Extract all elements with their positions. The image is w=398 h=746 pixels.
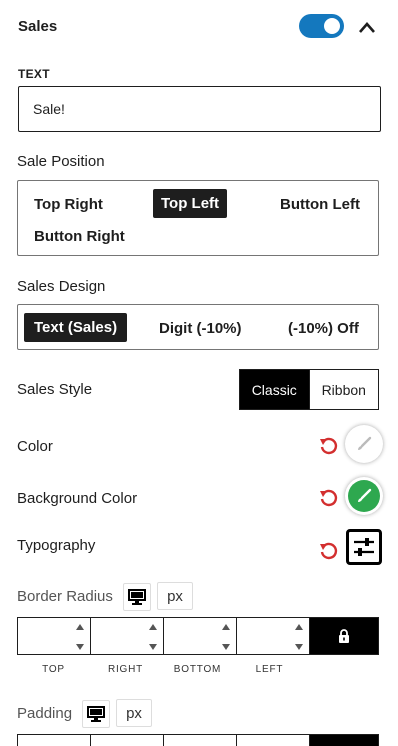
radius-bottom-input[interactable] (164, 618, 216, 654)
border-radius-inputs (17, 617, 379, 655)
side-label-left: LEFT (255, 664, 284, 675)
padding-link-button[interactable] (310, 735, 378, 746)
radius-right-spinner[interactable] (149, 624, 157, 650)
border-radius-device-button[interactable] (123, 583, 151, 611)
option-top-left[interactable]: Top Left (153, 189, 228, 218)
border-radius-label: Border Radius (17, 588, 113, 605)
background-color-label: Background Color (17, 490, 138, 507)
sliders-icon (354, 538, 374, 556)
side-label-right: RIGHT (107, 664, 144, 675)
chevron-up-icon[interactable] (357, 19, 377, 35)
style-ribbon-button[interactable]: Ribbon (308, 370, 379, 409)
brush-icon (358, 488, 372, 502)
padding-bottom-cell[interactable] (164, 735, 237, 746)
padding-left-cell[interactable] (237, 735, 310, 746)
padding-unit-button[interactable]: px (116, 699, 152, 727)
radius-left-cell (237, 618, 310, 654)
padding-device-button[interactable] (82, 700, 110, 728)
radius-top-input[interactable] (18, 618, 70, 654)
sales-design-group: Text (Sales) Digit (-10%) (-10%) Off (17, 304, 379, 350)
sales-style-segmented: Classic Ribbon (239, 369, 379, 410)
option-text-sales[interactable]: Text (Sales) (24, 313, 128, 342)
desktop-icon (87, 706, 105, 722)
background-color-swatch-button[interactable] (345, 477, 383, 515)
color-swatch-button[interactable] (345, 425, 383, 463)
option-percent-off[interactable]: (-10%) Off (280, 316, 367, 341)
lock-icon (339, 629, 349, 643)
option-button-right[interactable]: Button Right (26, 224, 133, 249)
color-label: Color (17, 438, 53, 455)
padding-inputs (17, 734, 379, 746)
sale-position-label: Sale Position (17, 153, 105, 170)
desktop-icon (128, 589, 146, 605)
typography-settings-button[interactable] (346, 529, 382, 565)
option-top-right[interactable]: Top Right (26, 192, 111, 217)
padding-label: Padding (17, 705, 73, 722)
radius-left-spinner[interactable] (295, 624, 303, 650)
padding-right-cell[interactable] (91, 735, 164, 746)
radius-top-spinner[interactable] (76, 624, 84, 650)
radius-left-input[interactable] (237, 618, 289, 654)
color-reset-icon[interactable] (318, 436, 338, 456)
sale-position-group: Top Right Top Left Button Left Button Ri… (17, 180, 379, 256)
border-radius-unit-button[interactable]: px (157, 582, 193, 610)
radius-right-input[interactable] (91, 618, 143, 654)
background-color-reset-icon[interactable] (318, 488, 338, 508)
radius-right-cell (91, 618, 164, 654)
text-label: TEXT (18, 67, 50, 81)
option-digit[interactable]: Digit (-10%) (151, 316, 250, 341)
radius-bottom-spinner[interactable] (222, 624, 230, 650)
side-label-top: TOP (42, 664, 65, 675)
typography-reset-icon[interactable] (318, 541, 338, 561)
side-label-bottom: BOTTOM (173, 664, 222, 675)
link-values-button[interactable] (310, 618, 378, 654)
sale-text-input[interactable] (18, 86, 381, 132)
sales-style-label: Sales Style (17, 381, 93, 398)
sales-toggle[interactable] (299, 14, 344, 38)
typography-label: Typography (17, 537, 96, 554)
padding-top-cell[interactable] (18, 735, 91, 746)
panel-title: Sales (18, 18, 58, 35)
option-button-left[interactable]: Button Left (272, 192, 368, 217)
radius-top-cell (18, 618, 91, 654)
style-classic-button[interactable]: Classic (240, 370, 309, 409)
sales-design-label: Sales Design (17, 278, 106, 295)
toggle-knob (324, 18, 340, 34)
brush-icon (358, 436, 372, 450)
radius-bottom-cell (164, 618, 237, 654)
